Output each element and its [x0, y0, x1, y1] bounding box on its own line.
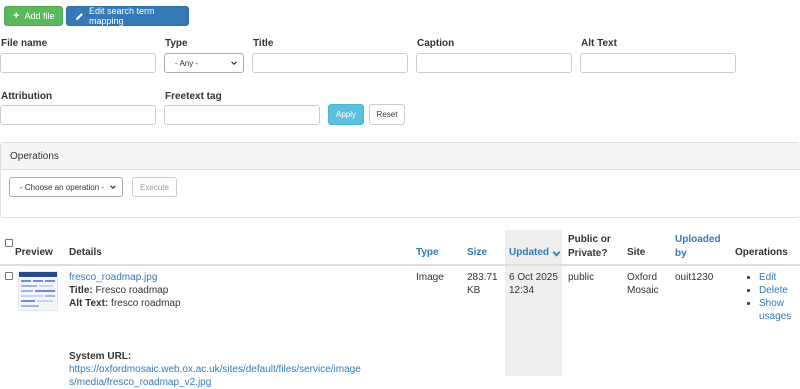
alt-text-input[interactable]	[580, 53, 736, 73]
row-operations: Edit Delete Show usages	[747, 271, 791, 323]
column-type[interactable]: Type	[416, 246, 439, 260]
file-size: 283.71 KB	[467, 271, 498, 297]
file-thumbnail[interactable]	[18, 271, 58, 311]
roadmap-thumbnail-image	[19, 272, 57, 307]
file-site-line1: Oxford	[627, 272, 658, 283]
operations-heading: Operations	[1, 143, 800, 170]
sort-descending-icon	[552, 250, 561, 257]
caption-input[interactable]	[416, 53, 572, 73]
column-preview: Preview	[15, 247, 53, 258]
file-visibility: public	[568, 272, 595, 283]
column-size[interactable]: Size	[467, 246, 487, 260]
reset-label: Reset	[376, 110, 398, 119]
system-url: System URL: https://oxfordmosaic.web.ox.…	[69, 350, 409, 389]
column-operations: Operations	[735, 247, 788, 258]
type-select[interactable]: - Any -	[164, 53, 244, 73]
show-usages-line2: usages	[759, 311, 792, 322]
column-details: Details	[69, 247, 102, 258]
reset-button[interactable]: Reset	[369, 104, 405, 125]
file-size-line1: 283.71	[467, 272, 498, 283]
file-updated-date: 6 Oct 2025	[509, 272, 558, 283]
show-usages-line1: Show	[759, 298, 785, 309]
column-public-or-private: Public or Private?	[568, 233, 611, 261]
chevron-down-icon	[110, 185, 116, 190]
column-uploaded-line1: Uploaded	[675, 234, 721, 245]
file-title: Title: Fresco roadmap	[69, 284, 168, 297]
file-site: Oxford Mosaic	[627, 271, 659, 297]
column-updated[interactable]: Updated	[509, 246, 561, 260]
add-file-button[interactable]: + Add file	[4, 6, 64, 26]
file-title-label: Title:	[69, 285, 93, 296]
type-label: Type	[165, 38, 188, 49]
add-file-label: Add file	[24, 11, 55, 21]
caption-label: Caption	[417, 38, 455, 49]
apply-button[interactable]: Apply	[328, 104, 364, 125]
column-uploaded-line2: by	[675, 248, 687, 259]
system-url-link-line1[interactable]: https://oxfordmosaic.web.ox.ac.uk/sites/…	[69, 364, 361, 375]
column-site: Site	[627, 247, 646, 258]
file-site-line2: Mosaic	[627, 285, 659, 296]
header-divider	[0, 264, 800, 266]
freetext-tag-label: Freetext tag	[165, 91, 222, 102]
system-url-link-line2[interactable]: s/media/fresco_roadmap_v2.jpg	[69, 377, 211, 388]
alt-text-label: Alt Text	[581, 38, 617, 49]
system-url-label: System URL:	[69, 351, 132, 362]
execute-label: Execute	[140, 182, 169, 192]
execute-button[interactable]: Execute	[132, 177, 177, 197]
row-checkbox[interactable]	[5, 272, 13, 280]
apply-label: Apply	[335, 110, 356, 119]
chevron-down-icon	[231, 61, 237, 66]
operation-select-value: - Choose an operation -	[20, 182, 105, 192]
column-updated-label: Updated	[509, 247, 549, 258]
delete-link[interactable]: Delete	[759, 284, 791, 297]
file-name-link[interactable]: fresco_roadmap.jpg	[69, 271, 157, 284]
file-title-value: Fresco roadmap	[95, 285, 169, 296]
operation-select[interactable]: - Choose an operation -	[9, 177, 123, 197]
file-size-line2: KB	[467, 285, 481, 296]
file-name-label: File name	[1, 38, 48, 49]
file-type: Image	[416, 272, 444, 283]
file-uploaded-by: ouit1230	[675, 272, 714, 283]
freetext-tag-input[interactable]	[164, 105, 320, 125]
edit-link[interactable]: Edit	[759, 271, 791, 284]
type-select-value: - Any -	[175, 58, 199, 68]
file-updated: 6 Oct 2025 12:34	[509, 271, 558, 297]
file-alt-value: fresco roadmap	[111, 298, 181, 309]
operations-heading-text: Operations	[10, 150, 59, 162]
attribution-input[interactable]	[0, 105, 156, 125]
file-alt-text: Alt Text: fresco roadmap	[69, 297, 181, 310]
edit-mapping-label: Edit search term mapping	[89, 6, 155, 26]
file-alt-label: Alt Text:	[69, 298, 109, 309]
select-all-checkbox[interactable]	[5, 239, 13, 247]
attribution-label: Attribution	[1, 91, 53, 102]
file-name-input[interactable]	[0, 53, 156, 73]
column-uploaded-by[interactable]: Uploaded by	[675, 233, 721, 261]
title-input[interactable]	[252, 53, 408, 73]
title-label: Title	[253, 38, 274, 49]
column-public-line1: Public or	[568, 234, 611, 245]
file-updated-time: 12:34	[509, 285, 535, 296]
show-usages-link[interactable]: Show usages	[759, 297, 791, 323]
pencil-icon	[75, 12, 84, 21]
column-public-line2: Private?	[568, 248, 608, 259]
plus-icon: +	[13, 10, 20, 22]
edit-search-term-mapping-button[interactable]: Edit search term mapping	[66, 6, 189, 26]
